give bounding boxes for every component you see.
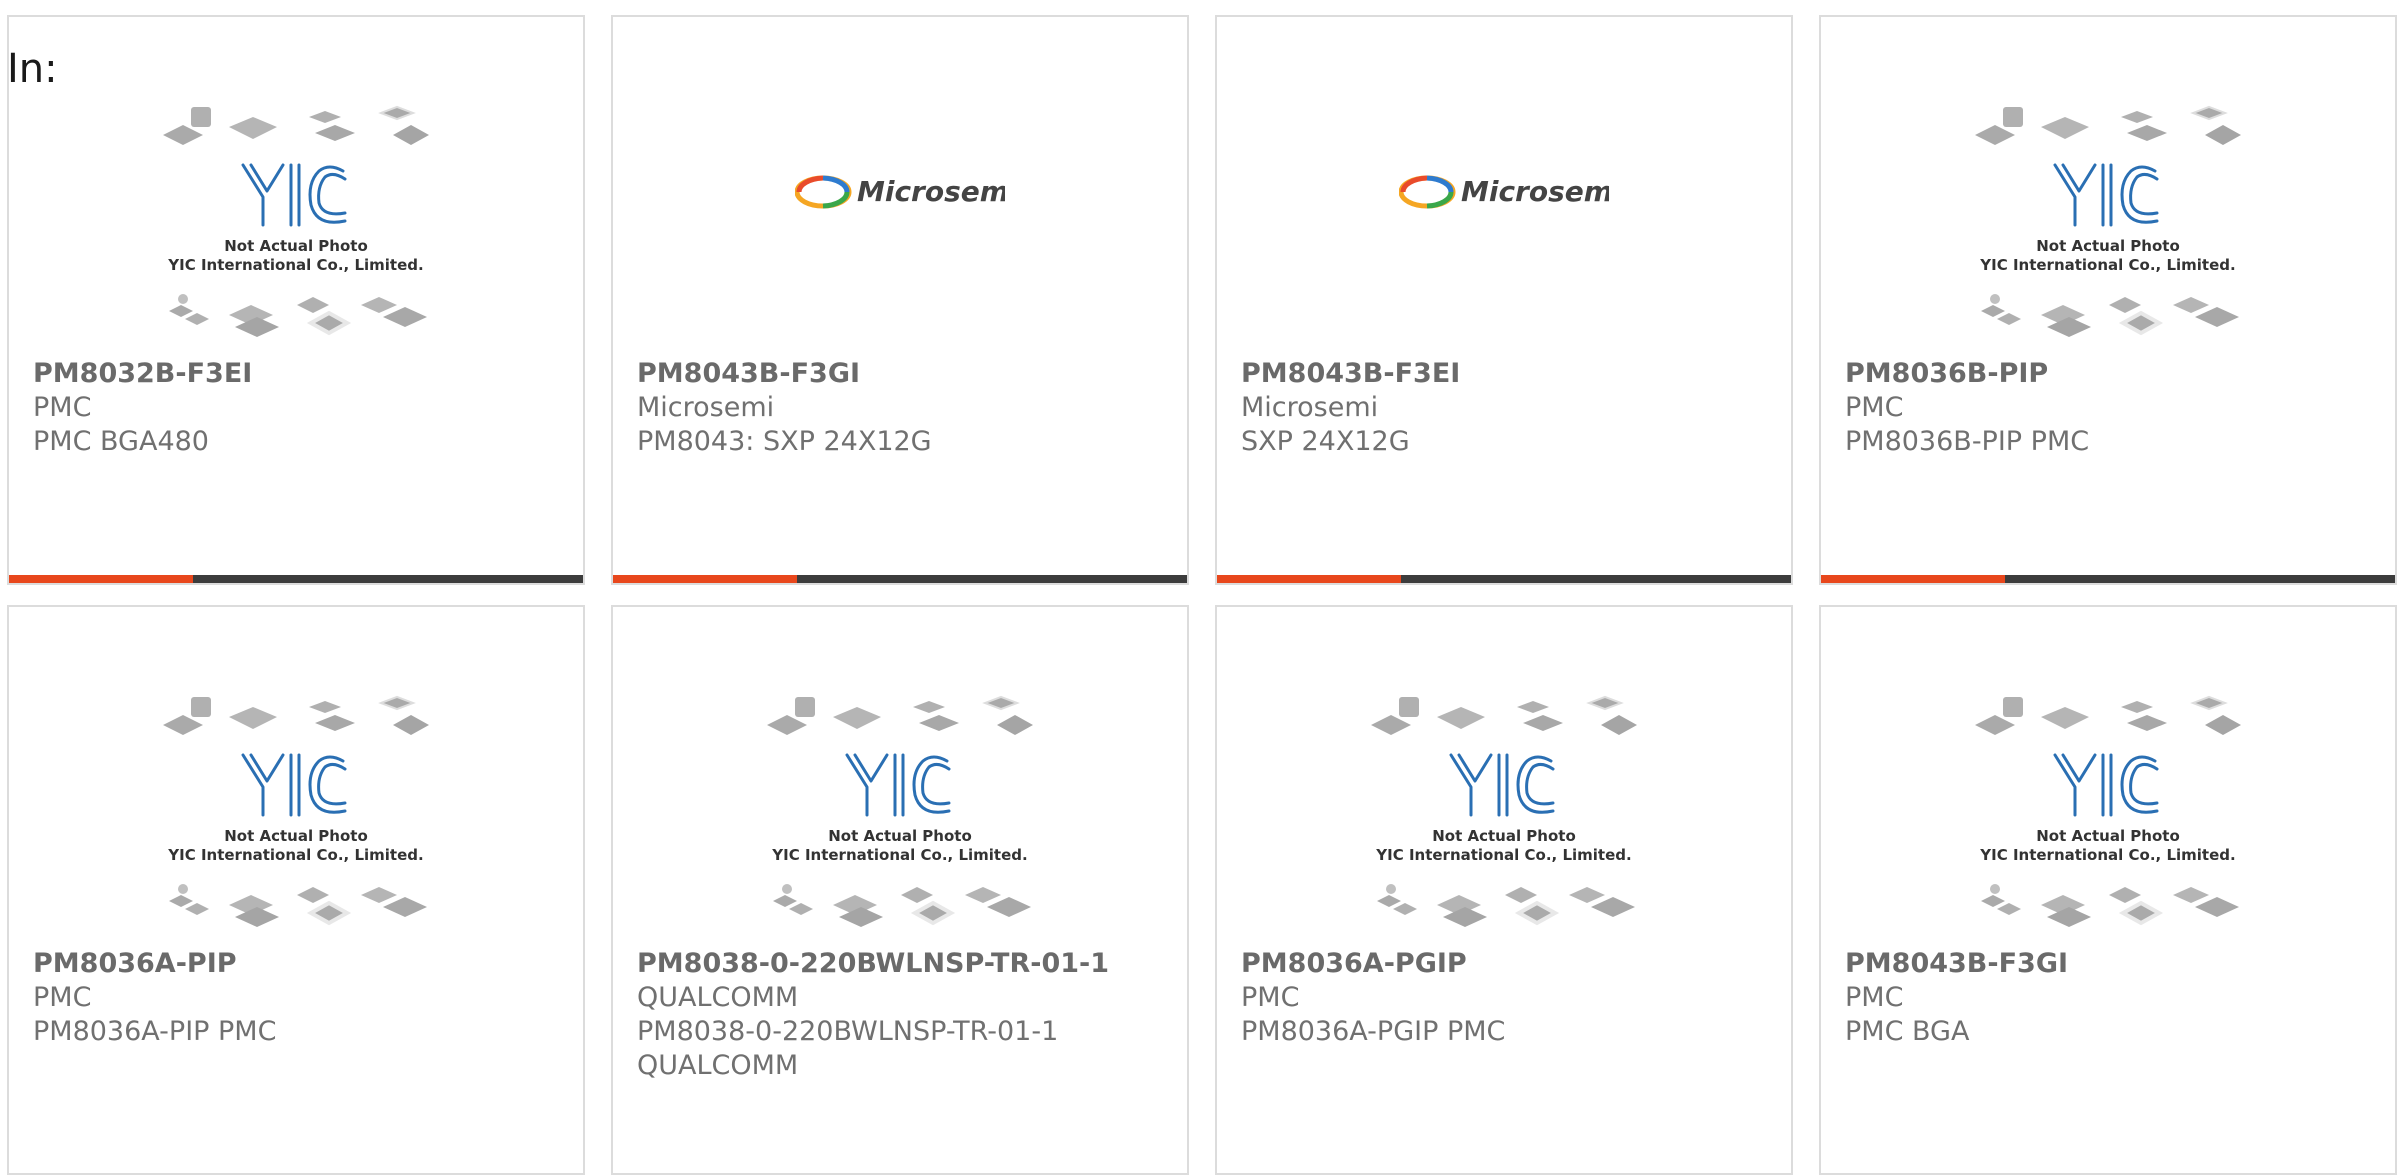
card-bottom-bar [9, 575, 583, 583]
card-bottom-bar [613, 575, 1187, 583]
manufacturer: PMC [1241, 982, 1300, 1013]
description: PM8036A-PIP PMC [33, 1016, 277, 1047]
description: SXP 24X12G [1241, 426, 1410, 457]
microsemi-logo-image [795, 167, 1005, 217]
yic-placeholder-image [765, 695, 1035, 935]
manufacturer: PMC [1845, 982, 1904, 1013]
card-bottom-bar [1821, 575, 2395, 583]
yic-placeholder-image [1973, 695, 2243, 935]
product-card[interactable]: PM8036A-PGIP PMC PM8036A-PGIP PMC [1215, 605, 1793, 1175]
product-card[interactable]: PM8036A-PIP PMC PM8036A-PIP PMC [7, 605, 585, 1175]
part-number-link[interactable]: PM8032B-F3EI [33, 357, 559, 391]
card-bar-accent [1217, 575, 1401, 583]
product-card[interactable]: PM8043B-F3GI Microsemi PM8043: SXP 24X12… [611, 15, 1189, 585]
product-card[interactable]: PM8036B-PIP PMC PM8036B-PIP PMC [1819, 15, 2397, 585]
product-card[interactable]: PM8032B-F3EI PMC PMC BGA480 [7, 15, 585, 585]
part-number-link[interactable]: PM8036A-PIP [33, 947, 559, 981]
product-card[interactable]: PM8043B-F3GI PMC PMC BGA [1819, 605, 2397, 1175]
manufacturer: QUALCOMM [637, 982, 799, 1013]
manufacturer: Microsemi [1241, 392, 1379, 423]
search-prefix-label: In: [7, 46, 58, 92]
description: PMC BGA480 [33, 426, 209, 457]
part-number-link[interactable]: PM8038-0-220BWLNSP-TR-01-1 [637, 947, 1163, 981]
product-card[interactable]: PM8043B-F3EI Microsemi SXP 24X12G [1215, 15, 1793, 585]
manufacturer: PMC [33, 982, 92, 1013]
card-bar-accent [1821, 575, 2005, 583]
description: PM8036A-PGIP PMC [1241, 1016, 1506, 1047]
product-info: PM8043B-F3GI PMC PMC BGA [1845, 947, 2371, 1049]
product-info: PM8036A-PGIP PMC PM8036A-PGIP PMC [1241, 947, 1767, 1049]
manufacturer: PMC [33, 392, 92, 423]
yic-placeholder-image [1369, 695, 1639, 935]
card-bar-accent [9, 575, 193, 583]
description: PM8043: SXP 24X12G [637, 426, 932, 457]
description: PM8038-0-220BWLNSP-TR-01-1 QUALCOMM [637, 1016, 1059, 1081]
product-info: PM8043B-F3GI Microsemi PM8043: SXP 24X12… [637, 357, 1163, 459]
card-bottom-bar [1217, 575, 1791, 583]
part-number-link[interactable]: PM8043B-F3EI [1241, 357, 1767, 391]
product-info: PM8038-0-220BWLNSP-TR-01-1 QUALCOMM PM80… [637, 947, 1163, 1083]
description: PMC BGA [1845, 1016, 1970, 1047]
product-info: PM8043B-F3EI Microsemi SXP 24X12G [1241, 357, 1767, 459]
manufacturer: PMC [1845, 392, 1904, 423]
yic-placeholder-image [1973, 105, 2243, 345]
yic-placeholder-image [161, 695, 431, 935]
manufacturer: Microsemi [637, 392, 775, 423]
part-number-link[interactable]: PM8043B-F3GI [637, 357, 1163, 391]
product-card[interactable]: PM8038-0-220BWLNSP-TR-01-1 QUALCOMM PM80… [611, 605, 1189, 1175]
part-number-link[interactable]: PM8043B-F3GI [1845, 947, 2371, 981]
description: PM8036B-PIP PMC [1845, 426, 2090, 457]
product-info: PM8036B-PIP PMC PM8036B-PIP PMC [1845, 357, 2371, 459]
microsemi-logo-image [1399, 167, 1609, 217]
product-info: PM8036A-PIP PMC PM8036A-PIP PMC [33, 947, 559, 1049]
part-number-link[interactable]: PM8036A-PGIP [1241, 947, 1767, 981]
card-bar-accent [613, 575, 797, 583]
product-info: PM8032B-F3EI PMC PMC BGA480 [33, 357, 559, 459]
part-number-link[interactable]: PM8036B-PIP [1845, 357, 2371, 391]
yic-placeholder-image [161, 105, 431, 345]
